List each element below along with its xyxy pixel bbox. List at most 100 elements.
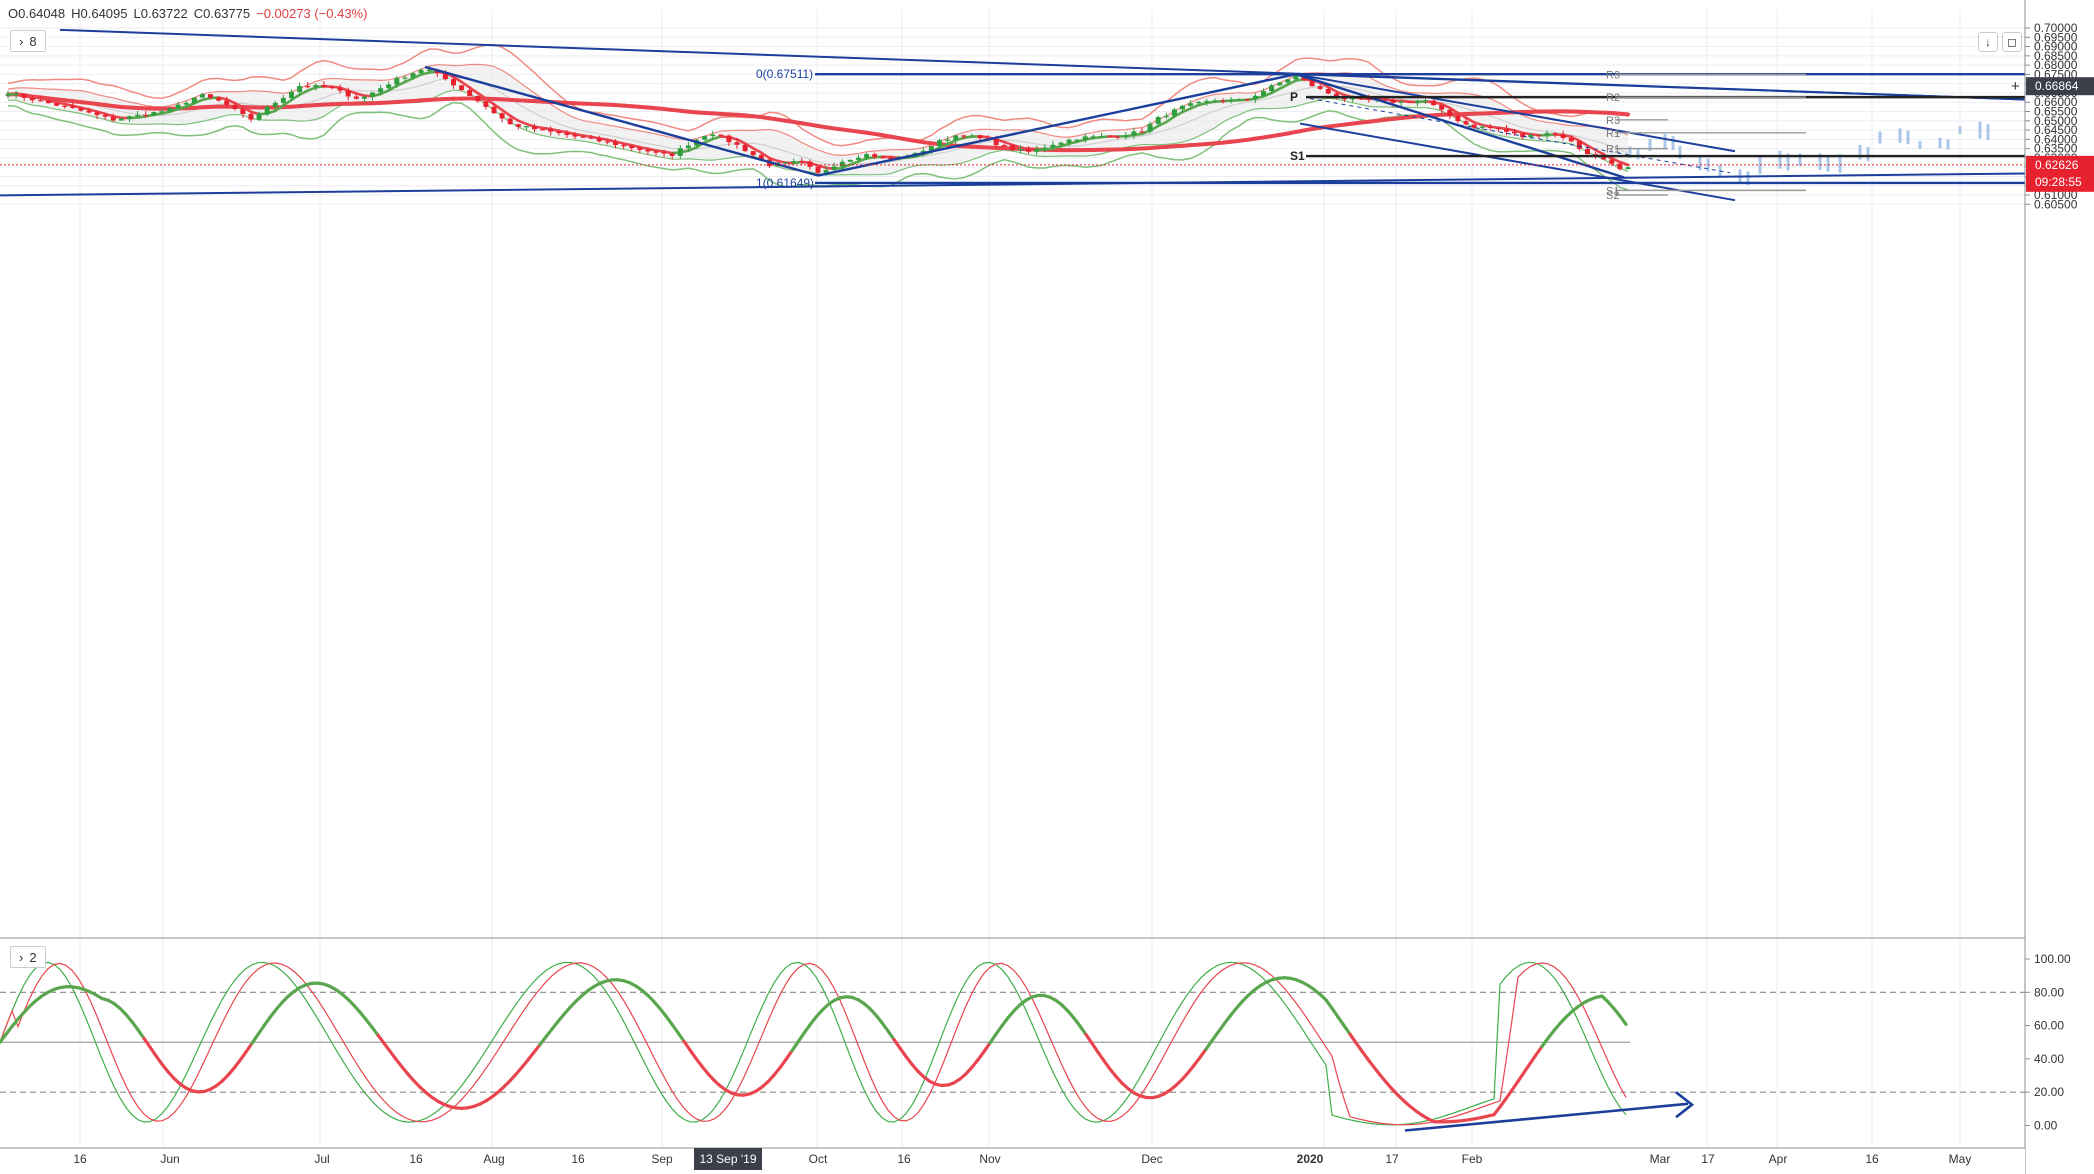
candle-body xyxy=(872,154,878,158)
time-tick-label: 16 xyxy=(409,1152,423,1166)
candle-body xyxy=(1050,144,1056,148)
candle-body xyxy=(208,94,213,98)
candle-body xyxy=(345,90,351,97)
candle-body xyxy=(499,113,505,119)
candle-body xyxy=(847,159,853,162)
reset-scale-icon[interactable]: ◻ xyxy=(2002,32,2022,52)
candle-body xyxy=(580,136,586,138)
candle-body xyxy=(361,96,367,99)
candle-body xyxy=(856,157,861,160)
candle-body xyxy=(515,124,521,127)
candle-body xyxy=(1228,99,1234,102)
arrow-down-icon[interactable]: ↓ xyxy=(1978,32,1998,52)
time-tick-label: Dec xyxy=(1141,1152,1162,1166)
candle-body xyxy=(329,86,335,89)
ohlc-high: H0.64095 xyxy=(71,6,128,21)
candle-body xyxy=(1107,136,1113,138)
chevron-right-icon: › xyxy=(19,949,24,965)
time-tick-label: Oct xyxy=(809,1152,828,1166)
candle-body xyxy=(742,144,748,152)
candle-body xyxy=(1439,105,1445,110)
candle-body xyxy=(1082,136,1088,140)
candle-body xyxy=(1131,131,1137,136)
time-tick-label: 16 xyxy=(571,1152,585,1166)
candle-body xyxy=(199,94,205,98)
candle-body xyxy=(1001,145,1007,147)
candle-body xyxy=(191,97,197,103)
osc-smooth-segment xyxy=(1522,1062,1532,1075)
time-tick-label: 16 xyxy=(73,1152,87,1166)
candle-body xyxy=(1609,159,1615,164)
candle-body xyxy=(280,97,286,103)
candle-body xyxy=(556,131,562,134)
candle-body xyxy=(151,112,157,116)
candle-body xyxy=(110,116,116,121)
fib-bottom-label: 1(0.61649) xyxy=(756,176,814,190)
candle-body xyxy=(289,91,294,98)
osc-fast-line xyxy=(0,961,1627,1126)
chart-canvas[interactable]: R3R2R3R1R1S1S20(0.67511)1(0.61649)PS10.7… xyxy=(0,0,2094,1174)
candle-body xyxy=(62,105,68,107)
candle-body xyxy=(588,137,594,139)
candle-body xyxy=(1252,95,1258,100)
pivot-label: R3 xyxy=(1606,115,1620,127)
price-axis: 0.700000.695000.690000.685000.680000.675… xyxy=(2024,0,2094,1174)
candle-body xyxy=(175,104,181,109)
candle-body xyxy=(1115,136,1121,138)
candle-body xyxy=(604,141,610,143)
candle-body xyxy=(353,96,359,99)
candle-body xyxy=(1552,133,1558,135)
candle-body xyxy=(815,166,821,173)
candle-body xyxy=(564,133,570,135)
time-tick-label: May xyxy=(1949,1152,1972,1166)
oscillator-toggle-button[interactable]: › 2 xyxy=(10,946,46,968)
candle-body xyxy=(677,148,683,156)
candle-body xyxy=(718,134,724,136)
candle-body xyxy=(977,135,983,139)
candle-body xyxy=(1390,99,1396,103)
candle-body xyxy=(1495,127,1501,130)
candle-body xyxy=(159,111,165,113)
candle-body xyxy=(532,126,537,130)
fib-top-label: 0(0.67511) xyxy=(756,67,813,81)
candle-body xyxy=(232,104,238,109)
candle-body xyxy=(1528,135,1534,138)
candle-body xyxy=(467,90,473,96)
candle-body xyxy=(645,149,651,152)
candle-body xyxy=(1317,86,1323,89)
indicators-toggle-button[interactable]: › 8 xyxy=(10,30,46,52)
candle-body xyxy=(1244,99,1250,101)
candle-body xyxy=(127,116,132,119)
candle-body xyxy=(94,112,100,116)
candle-body xyxy=(1431,100,1437,106)
candle-body xyxy=(216,97,222,101)
candle-body xyxy=(791,161,797,163)
candle-body xyxy=(750,151,756,156)
candle-body xyxy=(1099,136,1104,138)
candle-body xyxy=(1155,117,1161,124)
candle-body xyxy=(1568,137,1574,142)
candle-body xyxy=(337,88,343,91)
osc-smooth-segment xyxy=(1090,1041,1100,1054)
candle-body xyxy=(143,114,149,117)
osc-tick-label: 40.00 xyxy=(2034,1052,2064,1066)
time-tick-label: 16 xyxy=(1865,1152,1879,1166)
candle-body xyxy=(1261,91,1266,96)
candle-body xyxy=(1147,123,1153,132)
candle-body xyxy=(1018,148,1023,151)
candle-body xyxy=(1536,135,1542,137)
indicators-count: 8 xyxy=(29,33,37,49)
time-tick-label: Aug xyxy=(483,1152,504,1166)
candle-body xyxy=(313,85,319,87)
pivot-p-label: P xyxy=(1290,90,1298,104)
candle-body xyxy=(1455,115,1461,122)
candle-body xyxy=(548,129,554,132)
candle-body xyxy=(710,134,716,137)
candle-body xyxy=(1423,100,1428,102)
time-tick-label: Sep xyxy=(651,1152,673,1166)
time-tick-label: 17 xyxy=(1385,1152,1399,1166)
chevron-right-icon: › xyxy=(19,33,24,49)
candle-body xyxy=(1180,105,1185,110)
candle-body xyxy=(1463,121,1469,125)
candle-body xyxy=(70,106,76,109)
